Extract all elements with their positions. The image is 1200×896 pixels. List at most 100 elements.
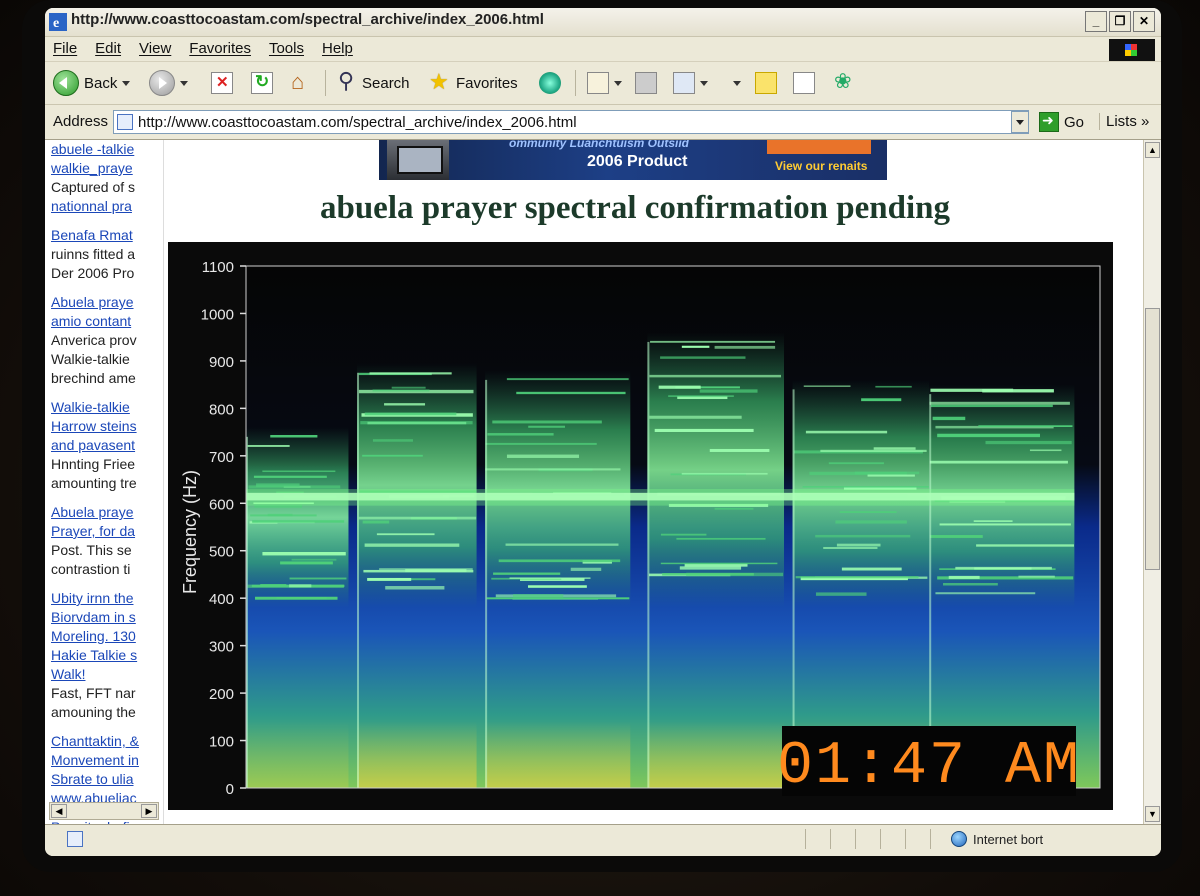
favorites-label: Favorites xyxy=(456,74,518,92)
research-button[interactable] xyxy=(793,70,815,96)
banner-rebates-link[interactable]: View our renaits xyxy=(775,159,867,173)
search-button[interactable]: Search xyxy=(335,68,410,96)
low-frequency-energy xyxy=(246,721,349,788)
sidebar-link[interactable]: Abuela praye xyxy=(51,503,159,522)
sidebar-link[interactable]: Monvement in xyxy=(51,751,159,770)
menu-edit[interactable]: Edit xyxy=(95,40,121,57)
sidebar-link[interactable]: Sbrate to ulia xyxy=(51,770,159,789)
y-tick-label: 700 xyxy=(209,449,234,466)
address-dropdown-button[interactable] xyxy=(1011,111,1029,133)
sidebar-link[interactable]: amio contant xyxy=(51,312,159,331)
menu-favorites[interactable]: Favorites xyxy=(189,40,251,57)
menu-help[interactable]: Help xyxy=(322,40,353,57)
advertisement-banner[interactable]: ommunity Luanchtuism Outsiid 2006 Produc… xyxy=(379,140,887,180)
scroll-up-arrow-icon[interactable]: ▲ xyxy=(1145,142,1160,158)
sidebar-link[interactable]: Hakie Talkie s xyxy=(51,646,159,665)
messenger-button[interactable] xyxy=(833,69,855,96)
favorites-button[interactable]: Favorites xyxy=(429,69,518,96)
back-dropdown-icon[interactable] xyxy=(122,80,131,86)
discuss-dropdown-icon[interactable] xyxy=(733,80,741,86)
spectrogram-segment xyxy=(246,427,349,788)
forward-dropdown-icon[interactable] xyxy=(180,80,188,86)
page-icon xyxy=(117,114,133,130)
sidebar-link[interactable]: Ubity irnn the xyxy=(51,589,159,608)
go-button[interactable]: Go xyxy=(1039,112,1084,132)
back-button[interactable]: Back xyxy=(53,70,131,96)
sidebar-link[interactable]: walkie_praye xyxy=(51,159,159,178)
harmonic-streak xyxy=(976,544,1074,547)
home-button[interactable] xyxy=(289,69,311,96)
sidebar-horizontal-scrollbar[interactable]: ◀ ▶ xyxy=(49,802,159,820)
scrollbar-thumb[interactable] xyxy=(1145,308,1160,570)
sidebar-link[interactable]: Harrow steins xyxy=(51,417,159,436)
discuss-button[interactable] xyxy=(733,70,741,96)
harmonic-streak xyxy=(835,520,907,524)
sidebar-snippet: Der 2006 Pro xyxy=(51,265,135,281)
close-button[interactable]: ✕ xyxy=(1133,11,1155,32)
mail-dropdown-icon[interactable] xyxy=(614,80,622,86)
harmonic-streak xyxy=(948,575,980,579)
scroll-down-arrow-icon[interactable]: ▼ xyxy=(1145,806,1160,822)
sidebar-link[interactable]: Walk! xyxy=(51,665,159,684)
sidebar-link[interactable]: Prayer, for da xyxy=(51,522,159,541)
minimize-button[interactable]: _ xyxy=(1085,11,1107,32)
sidebar-link[interactable]: Biorvdam in s xyxy=(51,608,159,627)
menu-view[interactable]: View xyxy=(139,40,171,57)
harmonic-streak xyxy=(805,430,888,434)
harmonic-streak xyxy=(929,401,1070,405)
harmonic-streak xyxy=(248,485,341,489)
links-button[interactable]: Lists » xyxy=(1099,113,1149,130)
harmonic-streak xyxy=(679,566,742,570)
y-tick-label: 1000 xyxy=(201,306,234,323)
standard-toolbar: Back Search Favorites xyxy=(45,62,1161,105)
harmonic-streak xyxy=(253,475,327,478)
media-button[interactable] xyxy=(539,70,561,96)
harmonic-streak xyxy=(649,415,742,419)
go-label: Go xyxy=(1064,113,1085,131)
refresh-button[interactable] xyxy=(251,70,273,96)
sidebar-link[interactable]: and pavasent xyxy=(51,436,159,455)
sidebar-snippet: amouning the xyxy=(51,704,136,720)
forward-button[interactable] xyxy=(149,70,188,96)
spectrogram-segment xyxy=(357,363,477,788)
sidebar-link[interactable]: Moreling. 130 xyxy=(51,627,159,646)
harmonic-streak xyxy=(681,472,768,475)
banner-cta-button[interactable] xyxy=(767,140,871,154)
harmonic-streak xyxy=(930,404,1053,408)
address-input[interactable]: http://www.coasttocoastam.com/spectral_a… xyxy=(113,110,1029,134)
security-zone: Internet bort xyxy=(951,831,1043,847)
harmonic-streak xyxy=(509,577,591,580)
mail-button[interactable] xyxy=(587,70,622,96)
search-icon xyxy=(335,68,357,94)
sidebar-link[interactable]: nationnal pra xyxy=(51,197,159,216)
harmonic-streak xyxy=(506,454,580,458)
sidebar-link[interactable]: Walkie-talkie xyxy=(51,398,159,417)
menu-tools[interactable]: Tools xyxy=(269,40,304,57)
harmonic-streak xyxy=(802,486,929,488)
scroll-right-arrow-icon[interactable]: ▶ xyxy=(141,804,157,818)
status-panel xyxy=(905,829,930,849)
note-button[interactable] xyxy=(755,70,777,96)
menu-file[interactable]: File xyxy=(53,40,77,57)
sidebar-link[interactable]: Benafa Rmat xyxy=(51,226,159,245)
search-label: Search xyxy=(362,74,410,92)
harmonic-streak xyxy=(660,356,746,359)
harmonic-streak xyxy=(978,425,1073,427)
address-label: Address xyxy=(53,113,109,130)
scroll-left-arrow-icon[interactable]: ◀ xyxy=(51,804,67,818)
sidebar-link[interactable]: Abuela praye xyxy=(51,293,159,312)
sidebar-link[interactable]: abuele -talkie xyxy=(51,140,159,159)
back-arrow-icon xyxy=(53,70,79,96)
edit-dropdown-icon[interactable] xyxy=(700,80,708,86)
harmonic-streak xyxy=(660,533,707,536)
toolbar-separator xyxy=(325,70,326,96)
print-button[interactable] xyxy=(635,70,657,96)
harmonic-streak xyxy=(658,385,701,389)
vertical-scrollbar[interactable]: ▲ ▼ xyxy=(1143,140,1161,824)
harmonic-streak xyxy=(714,345,776,349)
stop-button[interactable] xyxy=(211,70,233,96)
edit-button[interactable] xyxy=(673,70,708,96)
sidebar-snippet: Anverica prov xyxy=(51,332,137,348)
restore-button[interactable]: ❐ xyxy=(1109,11,1131,32)
sidebar-link[interactable]: Chanttaktin, & xyxy=(51,732,159,751)
